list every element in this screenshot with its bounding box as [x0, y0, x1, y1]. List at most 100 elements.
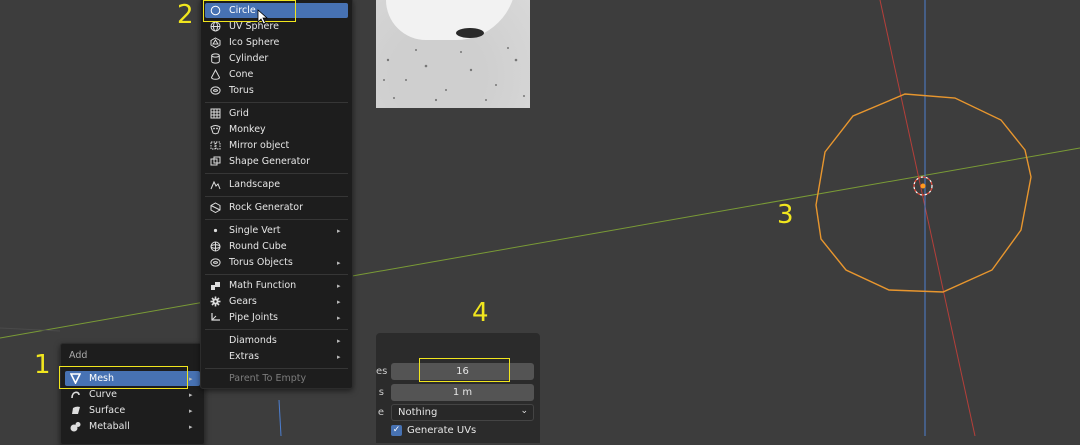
monkey-icon — [209, 124, 221, 136]
shape-generator-icon — [209, 156, 221, 168]
math-function-icon — [209, 280, 221, 292]
step-number-3: 3 — [777, 200, 794, 230]
mesh-item-label: Extras — [229, 351, 260, 362]
add-menu: Add Mesh ▸ Curve ▸ Surface ▸ Metaball ▸ — [60, 343, 205, 445]
menu-separator — [205, 196, 348, 197]
reference-image-texture — [383, 47, 525, 102]
gear-icon — [209, 296, 221, 308]
origin-dot-icon — [920, 183, 926, 189]
highlight-circle — [203, 0, 296, 22]
surface-icon — [69, 405, 81, 417]
mesh-item-diamonds[interactable]: Diamonds ▸ — [205, 333, 348, 348]
mesh-item-label: UV Sphere — [229, 21, 279, 32]
mesh-item-label: Monkey — [229, 124, 266, 135]
mesh-item-ico-sphere[interactable]: Ico Sphere — [205, 35, 348, 50]
mesh-item-cylinder[interactable]: Cylinder — [205, 51, 348, 66]
mesh-item-label: Rock Generator — [229, 202, 303, 213]
reference-image — [376, 0, 530, 108]
step-number-4: 4 — [472, 298, 489, 328]
mesh-item-shape-generator[interactable]: Shape Generator — [205, 154, 348, 169]
add-menu-item-surface[interactable]: Surface ▸ — [65, 403, 200, 418]
mesh-item-round-cube[interactable]: Round Cube — [205, 239, 348, 254]
mesh-item-label: Cone — [229, 69, 254, 80]
chevron-down-icon: ⌄ — [520, 406, 528, 416]
submenu-arrow-icon: ▸ — [337, 352, 341, 361]
round-cube-icon — [209, 241, 221, 253]
mesh-item-label: Shape Generator — [229, 156, 311, 167]
menu-separator — [205, 173, 348, 174]
generate-uvs-label: Generate UVs — [407, 425, 477, 436]
mouse-pointer-icon — [257, 9, 269, 25]
blank-icon — [209, 373, 221, 385]
fill-type-value: Nothing — [398, 407, 438, 418]
mesh-item-label: Mirror object — [229, 140, 290, 151]
circle-mesh-outline — [815, 93, 1032, 293]
mesh-item-label: Torus — [229, 85, 254, 96]
mesh-item-label: Diamonds — [229, 335, 277, 346]
cone-icon — [209, 69, 221, 81]
submenu-arrow-icon: ▸ — [189, 422, 193, 431]
mesh-item-label: Round Cube — [229, 241, 287, 252]
pipe-joints-icon — [209, 312, 221, 324]
add-menu-item-label: Curve — [89, 389, 118, 400]
curve-icon — [69, 389, 81, 401]
vertices-label: es — [376, 366, 388, 377]
radius-field[interactable]: 1 m — [391, 384, 534, 401]
mesh-item-torus-objects[interactable]: Torus Objects ▸ — [205, 255, 348, 270]
cylinder-icon — [209, 53, 221, 65]
mesh-item-grid[interactable]: Grid — [205, 106, 348, 121]
submenu-arrow-icon: ▸ — [337, 297, 341, 306]
mesh-item-monkey[interactable]: Monkey — [205, 122, 348, 137]
add-menu-item-label: Surface — [89, 405, 126, 416]
ico-sphere-icon — [209, 37, 221, 49]
torus-objects-icon — [209, 257, 221, 269]
mesh-item-gears[interactable]: Gears ▸ — [205, 294, 348, 309]
step-number-1: 1 — [34, 350, 51, 380]
mirror-object-icon — [209, 140, 221, 152]
uv-sphere-icon — [209, 21, 221, 33]
step-number-2: 2 — [177, 0, 194, 30]
add-menu-item-metaball[interactable]: Metaball ▸ — [65, 419, 200, 434]
mesh-item-label: Parent To Empty — [229, 373, 307, 384]
mesh-item-label: Ico Sphere — [229, 37, 280, 48]
generate-uvs-checkbox[interactable]: ✓ Generate UVs — [391, 425, 476, 436]
checkmark-icon: ✓ — [391, 425, 402, 436]
fill-type-dropdown[interactable]: Nothing ⌄ — [391, 404, 534, 421]
mesh-item-label: Landscape — [229, 179, 281, 190]
mesh-item-mirror-object[interactable]: Mirror object — [205, 138, 348, 153]
submenu-arrow-icon: ▸ — [189, 390, 193, 399]
add-menu-item-curve[interactable]: Curve ▸ — [65, 387, 200, 402]
highlight-mesh — [59, 366, 188, 389]
add-menu-title: Add — [69, 350, 88, 361]
highlight-vertices — [419, 358, 510, 382]
landscape-icon — [209, 179, 221, 191]
fill-type-label: e — [377, 407, 384, 418]
submenu-arrow-icon: ▸ — [337, 313, 341, 322]
mesh-item-cone[interactable]: Cone — [205, 67, 348, 82]
blank-icon — [209, 335, 221, 347]
metaball-icon — [69, 421, 81, 433]
submenu-arrow-icon: ▸ — [337, 226, 341, 235]
submenu-arrow-icon: ▸ — [337, 258, 341, 267]
mesh-item-single-vert[interactable]: Single Vert ▸ — [205, 223, 348, 238]
x-axis-line — [879, 0, 976, 436]
mesh-item-math-function[interactable]: Math Function ▸ — [205, 278, 348, 293]
submenu-arrow-icon: ▸ — [337, 336, 341, 345]
mesh-item-landscape[interactable]: Landscape — [205, 177, 348, 192]
radius-label: s — [378, 387, 384, 398]
mesh-item-rock-generator[interactable]: Rock Generator — [205, 200, 348, 215]
mesh-item-label: Single Vert — [229, 225, 281, 236]
rock-generator-icon — [209, 202, 221, 214]
add-circle-operator-panel: es 16 s 1 m e Nothing ⌄ ✓ Generate UVs — [376, 333, 540, 443]
torus-icon — [209, 85, 221, 97]
submenu-arrow-icon: ▸ — [189, 374, 193, 383]
submenu-arrow-icon: ▸ — [337, 281, 341, 290]
dot-icon — [209, 225, 221, 237]
submenu-arrow-icon: ▸ — [189, 406, 193, 415]
mesh-item-pipe-joints[interactable]: Pipe Joints ▸ — [205, 310, 348, 325]
mesh-item-extras[interactable]: Extras ▸ — [205, 349, 348, 364]
mesh-item-torus[interactable]: Torus — [205, 83, 348, 98]
mesh-item-label: Cylinder — [229, 53, 269, 64]
add-menu-item-label: Metaball — [89, 421, 130, 432]
mesh-item-label: Pipe Joints — [229, 312, 279, 323]
